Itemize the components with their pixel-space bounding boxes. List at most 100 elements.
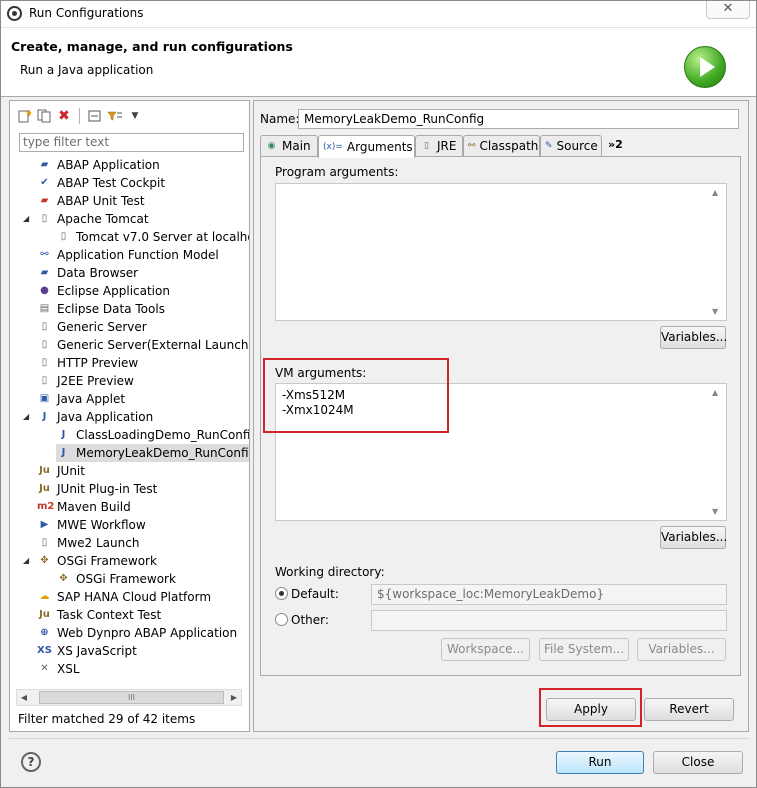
window-title: Run Configurations	[29, 6, 144, 20]
tree-item[interactable]: ▰ Data Browser	[37, 264, 141, 282]
help-icon[interactable]: ?	[21, 752, 41, 772]
scroll-up-icon[interactable]: ▲	[712, 388, 718, 397]
tree-item[interactable]: ◢ J Java Application	[23, 408, 156, 426]
tree-item[interactable]: ● Eclipse Application	[37, 282, 173, 300]
other-directory-field[interactable]	[371, 610, 727, 631]
server-icon: ▯	[41, 339, 48, 350]
filter-icon[interactable]	[107, 108, 123, 124]
expand-arrow-icon[interactable]: ◢	[23, 412, 33, 422]
default-label: Default:	[291, 587, 339, 601]
tree-item[interactable]: ▤ Eclipse Data Tools	[37, 300, 168, 318]
collapse-all-icon[interactable]	[87, 108, 103, 124]
scroll-down-icon[interactable]: ▼	[712, 507, 718, 516]
eclipse-icon: ●	[40, 285, 49, 296]
tab-classpath[interactable]: ⚯ Classpath	[463, 135, 540, 157]
tree-item[interactable]: ▰ ABAP Unit Test	[37, 192, 148, 210]
tree-item[interactable]: Ju JUnit	[37, 462, 88, 480]
tab-main[interactable]: ◉ Main	[260, 135, 318, 157]
new-config-icon[interactable]: ✱	[16, 108, 32, 124]
tab-arguments[interactable]: (x)= Arguments	[318, 135, 415, 158]
scroll-down-icon[interactable]: ▼	[712, 307, 718, 316]
duplicate-icon[interactable]	[36, 108, 52, 124]
tree-item[interactable]: Ju JUnit Plug-in Test	[37, 480, 160, 498]
osgi-config-icon: ✥	[59, 573, 68, 584]
config-name-input[interactable]: MemoryLeakDemo_RunConfig	[298, 109, 739, 129]
tree-item[interactable]: ▯ HTTP Preview	[37, 354, 141, 372]
tree-item-label: Eclipse Data Tools	[57, 302, 165, 316]
svg-text:✱: ✱	[26, 109, 31, 118]
tab-source[interactable]: ✎ Source	[540, 135, 602, 157]
tree-item[interactable]: ✥ OSGi Framework	[56, 570, 179, 588]
filter-input[interactable]: type filter text	[19, 133, 244, 152]
tree-item[interactable]: ▯ Generic Server(External Launch)	[37, 336, 249, 354]
configuration-list-pane: ✱ ✖ ▼ type filter text ▰ ABAP Application…	[9, 100, 250, 732]
scroll-left-icon[interactable]: ◀	[17, 691, 31, 705]
tree-item-label: Tomcat v7.0 Server at localhost	[76, 230, 249, 244]
data-browser-icon: ▰	[40, 267, 49, 278]
task-context-icon: Ju	[39, 609, 50, 620]
tree-item[interactable]: m2 Maven Build	[37, 498, 134, 516]
tree-item-label: Eclipse Application	[57, 284, 170, 298]
tree-item-label: OSGi Framework	[76, 572, 176, 586]
tree-item[interactable]: ▯ J2EE Preview	[37, 372, 137, 390]
tree-item-label: Generic Server(External Launch)	[57, 338, 249, 352]
expand-arrow-icon[interactable]: ◢	[23, 214, 33, 224]
tree-item[interactable]: J MemoryLeakDemo_RunConfig	[56, 444, 249, 462]
vm-args-scrollbar[interactable]: ▲ ▼	[709, 384, 726, 520]
program-arguments-label: Program arguments:	[275, 165, 399, 179]
function-model-icon: ⚯	[40, 249, 49, 260]
tree-item[interactable]: ◢ ▯ Apache Tomcat	[23, 210, 152, 228]
tree-item-label: ABAP Test Cockpit	[57, 176, 166, 190]
dropdown-arrow-icon[interactable]: ▼	[127, 108, 143, 124]
vm-variables-button[interactable]: Variables...	[660, 526, 727, 549]
program-arguments-textarea[interactable]: ▲ ▼	[275, 183, 727, 321]
workspace-button[interactable]: Workspace...	[441, 638, 530, 661]
tab-jre[interactable]: ▯ JRE	[415, 135, 463, 157]
apply-highlight-box	[539, 688, 642, 727]
tree-item[interactable]: ▶ MWE Workflow	[37, 516, 149, 534]
tree-item-label: SAP HANA Cloud Platform	[57, 590, 212, 604]
tree-item[interactable]: ✔ ABAP Test Cockpit	[37, 174, 168, 192]
tree-item[interactable]: ▯ Tomcat v7.0 Server at localhost	[56, 228, 249, 246]
program-variables-button[interactable]: Variables...	[660, 326, 727, 349]
tree-item-label: Web Dynpro ABAP Application	[57, 626, 238, 640]
tree-item-label: XSL	[57, 662, 80, 676]
more-tabs-button[interactable]: »2	[608, 138, 623, 151]
tree-item[interactable]: ▯ Generic Server	[37, 318, 150, 336]
tree-item[interactable]: ⊕ Web Dynpro ABAP Application	[37, 624, 240, 642]
tree-item[interactable]: XS XS JavaScript	[37, 642, 140, 660]
delete-icon[interactable]: ✖	[56, 108, 72, 124]
revert-button[interactable]: Revert	[644, 698, 734, 721]
tree-horizontal-scrollbar[interactable]: ◀ III ▶	[16, 689, 242, 706]
tree-item-label: Application Function Model	[57, 248, 219, 262]
expand-arrow-icon[interactable]: ◢	[23, 556, 33, 566]
close-button[interactable]: Close	[653, 751, 743, 774]
working-dir-variables-button[interactable]: Variables...	[637, 638, 726, 661]
mwe2-icon: ▯	[41, 537, 48, 548]
tree-item[interactable]: ▯ Mwe2 Launch	[37, 534, 142, 552]
tree-item-label: HTTP Preview	[57, 356, 139, 370]
file-system-button[interactable]: File System...	[539, 638, 629, 661]
vm-arguments-highlight-box	[263, 358, 449, 433]
tree-item[interactable]: ⚯ Application Function Model	[37, 246, 222, 264]
junit-icon: Ju	[39, 465, 50, 476]
tree-item-label: J2EE Preview	[57, 374, 134, 388]
program-args-scrollbar[interactable]: ▲ ▼	[709, 184, 726, 320]
tab-label: Main	[282, 139, 311, 153]
scroll-right-icon[interactable]: ▶	[227, 691, 241, 705]
applet-icon: ▣	[39, 393, 50, 404]
close-window-button[interactable]: ✕	[706, 1, 750, 19]
tree-item[interactable]: ☁ SAP HANA Cloud Platform	[37, 588, 214, 606]
other-radio[interactable]	[275, 613, 288, 626]
tree-item-label: JUnit	[57, 464, 85, 478]
tree-item[interactable]: ▰ ABAP Application	[37, 156, 163, 174]
tree-item[interactable]: ◢ ✥ OSGi Framework	[23, 552, 160, 570]
tree-item[interactable]: ✕ XSL	[37, 660, 83, 678]
tree-item[interactable]: ▣ Java Applet	[37, 390, 128, 408]
scroll-thumb[interactable]: III	[39, 691, 224, 704]
run-button[interactable]: Run	[556, 751, 644, 774]
tree-item[interactable]: Ju Task Context Test	[37, 606, 164, 624]
tree-item[interactable]: J ClassLoadingDemo_RunConfig	[56, 426, 249, 444]
scroll-up-icon[interactable]: ▲	[712, 188, 718, 197]
default-radio[interactable]	[275, 587, 288, 600]
